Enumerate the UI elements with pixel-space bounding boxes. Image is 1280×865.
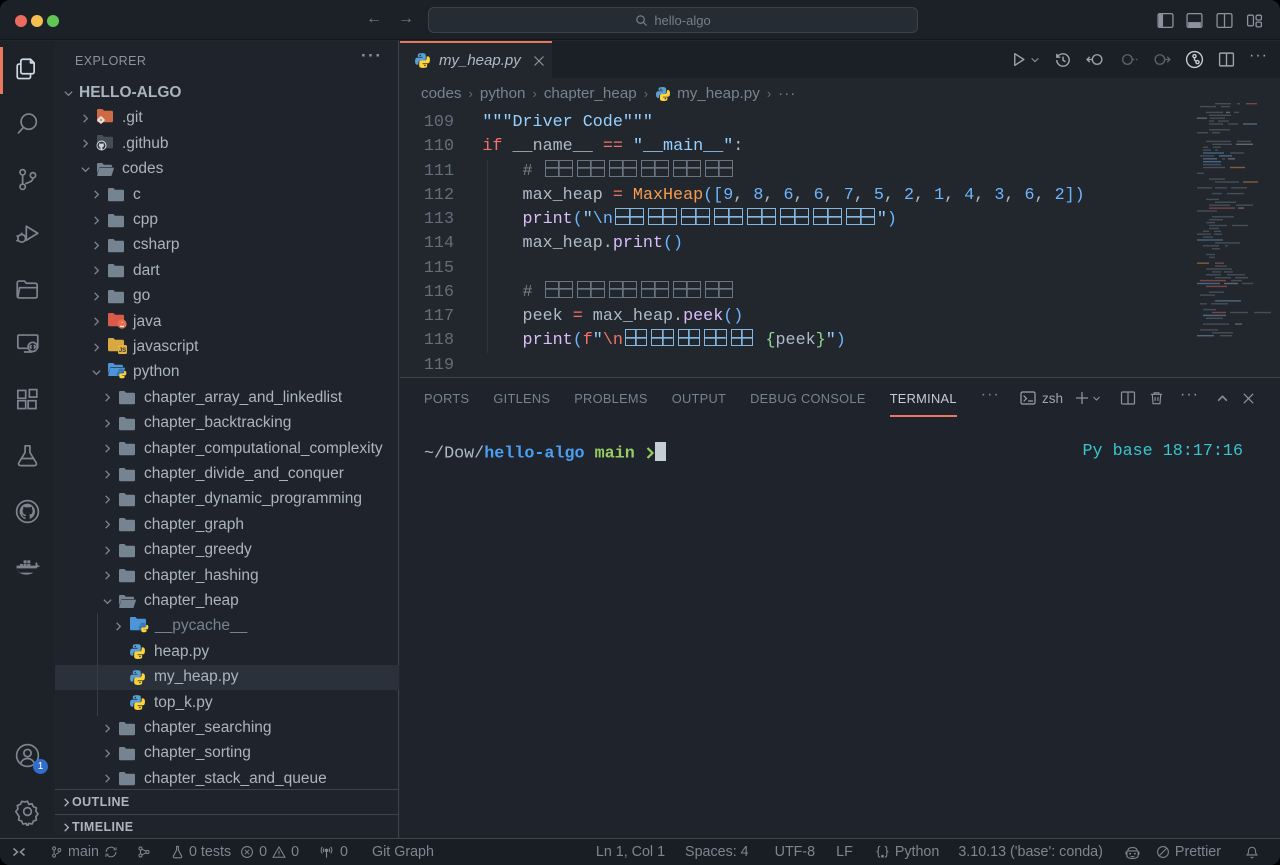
svg-text:JS: JS bbox=[119, 348, 126, 354]
